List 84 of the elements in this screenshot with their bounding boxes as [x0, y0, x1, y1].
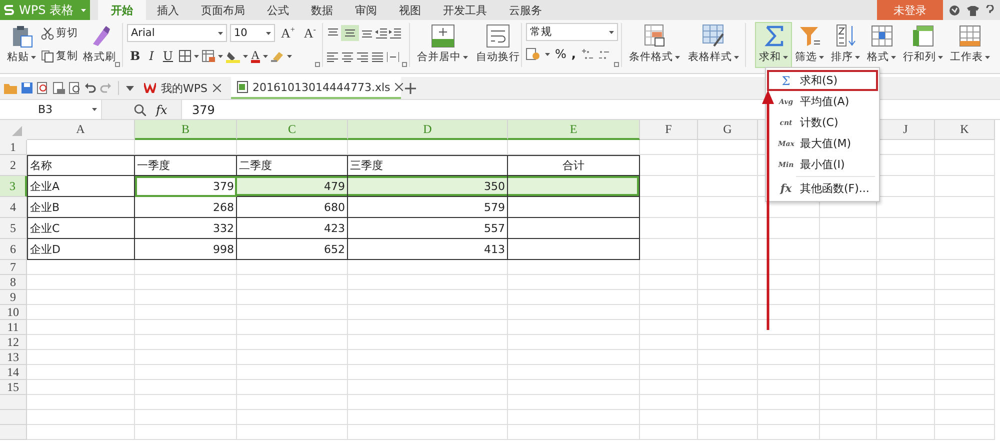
row-header[interactable]: 1: [0, 140, 27, 155]
insert-function-button[interactable]: fx: [156, 102, 168, 116]
row-header[interactable]: 10: [0, 305, 27, 320]
number-format-dropdown[interactable]: 常规: [526, 23, 618, 41]
row-header[interactable]: 11: [0, 320, 27, 335]
table-cell: 合计: [508, 155, 640, 176]
font-family-dropdown[interactable]: Arial: [127, 24, 227, 42]
percent-button[interactable]: %: [555, 47, 566, 61]
row-header[interactable]: 2: [0, 155, 27, 176]
document-tab[interactable]: 我的WPS: [138, 77, 226, 99]
menu-item[interactable]: Σ 求和(S): [767, 70, 878, 91]
bold-button[interactable]: B: [127, 49, 144, 63]
format-button[interactable]: 格式: [864, 23, 899, 67]
italic-button[interactable]: I: [146, 49, 157, 63]
column-header[interactable]: C: [237, 120, 348, 140]
cut-button[interactable]: 剪切: [39, 23, 80, 43]
column-header[interactable]: B: [135, 120, 237, 140]
column-header[interactable]: E: [508, 120, 640, 140]
row-header[interactable]: 15: [0, 380, 27, 395]
row-header[interactable]: 4: [0, 197, 27, 218]
menu-tab[interactable]: 审阅: [344, 0, 388, 20]
format-painter-button[interactable]: 格式刷: [80, 23, 119, 67]
table-cell: 企业B: [27, 197, 135, 218]
column-header[interactable]: D: [348, 120, 508, 140]
table-cell: 企业D: [27, 239, 135, 260]
menu-tab[interactable]: 视图: [388, 0, 432, 20]
table-cell: 三季度: [348, 155, 508, 176]
row-header[interactable]: 5: [0, 218, 27, 239]
table-cell: 479: [237, 176, 348, 197]
paste-button[interactable]: 粘贴: [4, 23, 39, 67]
underline-button[interactable]: U: [160, 49, 176, 63]
row-header[interactable]: 9: [0, 290, 27, 305]
document-tab[interactable]: 20161013014444773.xls: [230, 77, 400, 99]
table-cell: 423: [237, 218, 348, 239]
conditional-format-button[interactable]: 条件格式: [626, 23, 683, 67]
table-cell: 652: [237, 239, 348, 260]
table-cell: 557: [348, 218, 508, 239]
wrap-text-button[interactable]: 自动换行: [473, 23, 523, 67]
row-header[interactable]: 7: [0, 260, 27, 275]
menu-tab[interactable]: 开始: [98, 0, 146, 20]
column-header[interactable]: G: [698, 120, 758, 140]
column-header[interactable]: J: [877, 120, 935, 140]
column-header[interactable]: K: [935, 120, 995, 140]
menu-tab[interactable]: 数据: [300, 0, 344, 20]
rows-columns-button[interactable]: 行和列: [900, 23, 946, 67]
table-cell: 名称: [27, 155, 135, 176]
filter-button[interactable]: 筛选: [792, 23, 827, 67]
table-cell: 680: [237, 197, 348, 218]
row-header[interactable]: 6: [0, 239, 27, 260]
menu-tab[interactable]: 开发工具: [432, 0, 498, 20]
column-header[interactable]: A: [27, 120, 135, 140]
table-cell: 332: [135, 218, 237, 239]
grow-font-button[interactable]: A$^{+}$: [278, 24, 298, 42]
menu-tab[interactable]: 插入: [146, 0, 190, 20]
row-header[interactable]: 13: [0, 350, 27, 365]
formula-field[interactable]: 379: [182, 102, 215, 116]
font-color-button[interactable]: A: [251, 50, 260, 62]
copy-button[interactable]: 复制: [39, 46, 80, 66]
comma-button[interactable]: ,: [571, 47, 576, 61]
row-header[interactable]: 14: [0, 365, 27, 380]
row-header[interactable]: 12: [0, 335, 27, 350]
table-cell: 企业C: [27, 218, 135, 239]
font-size-dropdown[interactable]: 10: [230, 24, 275, 42]
menu-tab[interactable]: 页面布局: [190, 0, 256, 20]
shrink-font-button[interactable]: A$^{-}$: [300, 24, 319, 42]
table-cell: 二季度: [237, 155, 348, 176]
row-header[interactable]: 3: [0, 176, 27, 197]
table-style-button[interactable]: 表格样式: [685, 23, 742, 67]
sum-button[interactable]: 求和: [756, 23, 791, 67]
menu-tab[interactable]: 云服务: [498, 0, 553, 20]
table-cell: 413: [348, 239, 508, 260]
sort-button[interactable]: 排序: [828, 23, 863, 67]
merge-center-button[interactable]: 合并居中: [414, 23, 471, 67]
row-header[interactable]: 8: [0, 275, 27, 290]
table-cell: 379: [135, 176, 237, 197]
menu-tab[interactable]: 公式: [256, 0, 300, 20]
column-header[interactable]: F: [640, 120, 698, 140]
table-cell: 268: [135, 197, 237, 218]
table-cell: 998: [135, 239, 237, 260]
worksheet-button[interactable]: 工作表: [947, 23, 993, 67]
table-cell: 一季度: [135, 155, 237, 176]
menu-item[interactable]: fx 其他函数(F)...: [776, 178, 878, 199]
table-cell: 350: [348, 176, 508, 197]
table-cell: 579: [348, 197, 508, 218]
